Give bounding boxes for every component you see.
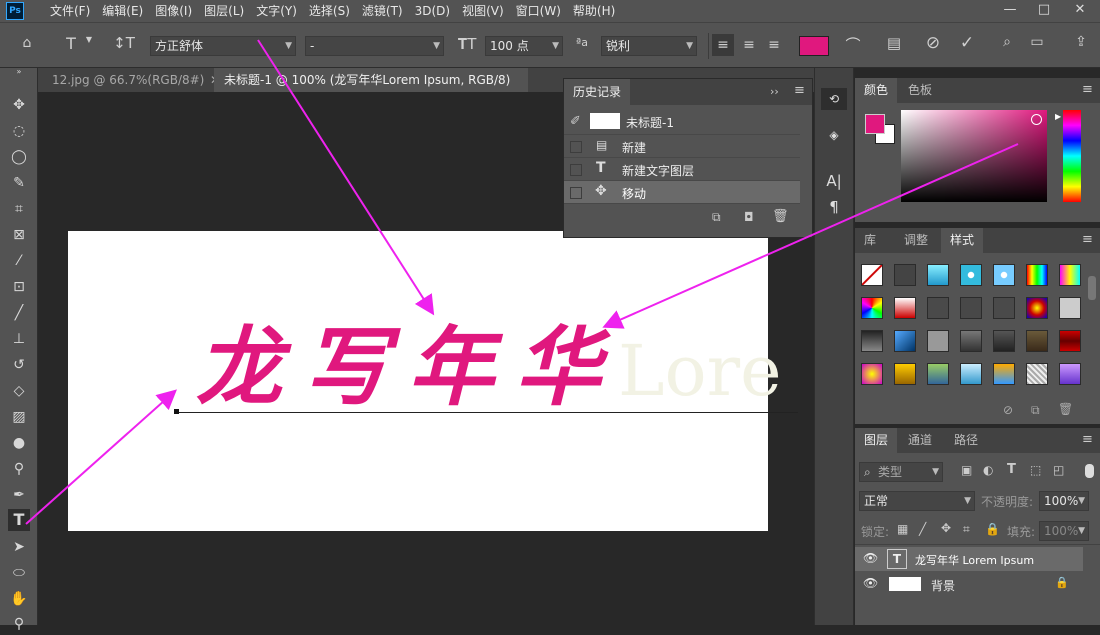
arrow-type-tool-to-text bbox=[25, 389, 177, 525]
annotation-arrows bbox=[25, 39, 1019, 525]
arrow-font-to-text bbox=[257, 39, 435, 316]
arrow-color-to-text bbox=[602, 143, 1019, 329]
